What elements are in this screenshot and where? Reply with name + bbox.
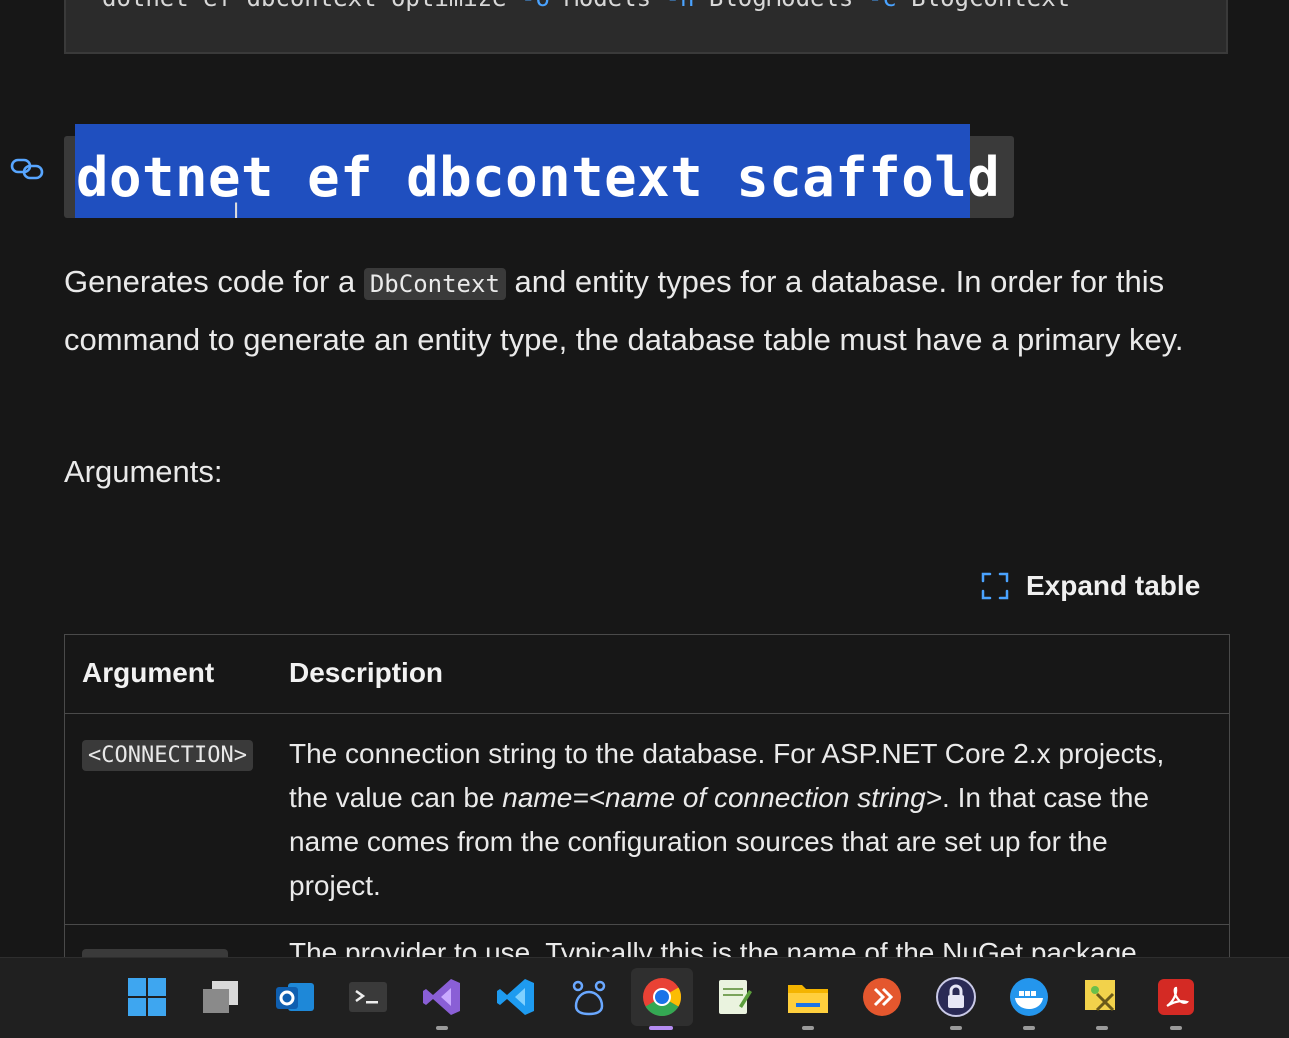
description-italic: name=<name of connection string> [502,782,943,813]
code-flag: -c [868,0,897,12]
running-indicator [1096,1026,1108,1030]
expand-table-button[interactable]: Expand table [980,566,1200,606]
code-text: Models [550,0,666,12]
taskbar-start[interactable] [117,968,177,1026]
terminal-icon [349,982,387,1012]
chrome-icon [643,978,682,1017]
text-cursor-icon: I [233,198,240,223]
taskbar-outlook[interactable] [265,968,325,1026]
arguments-table: Argument Description <CONNECTION> The co… [64,634,1230,994]
active-indicator [649,1026,673,1030]
table-row: <CONNECTION> The connection string to th… [65,714,1229,925]
description-paragraph: Generates code for a DbContext and entit… [64,254,1214,368]
taskbar-remote-desktop[interactable] [852,968,912,1026]
keepass-icon [936,977,976,1017]
inline-code-dbcontext: DbContext [363,268,506,300]
remote-desktop-icon [863,978,901,1016]
table-header: Argument Description [65,635,1229,714]
app-paw-icon [572,980,606,1016]
taskbar-snipping-tool[interactable] [1072,968,1132,1030]
taskbar-vscode[interactable] [486,968,546,1026]
taskbar-terminal[interactable] [338,968,398,1026]
visual-studio-icon [423,979,460,1015]
taskbar [0,957,1289,1038]
acrobat-icon [1158,979,1194,1015]
snipping-tool-icon [1085,980,1115,1012]
paragraph-text: Generates code for a [64,264,364,299]
taskbar-keepass[interactable] [926,968,986,1030]
header-description: Description [289,657,444,688]
outlook-icon [276,983,314,1011]
code-flag: -o [521,0,550,12]
task-view-icon [203,981,238,1013]
expand-table-label: Expand table [1026,570,1201,601]
argument-code: <CONNECTION> [82,740,253,771]
notepad-icon [719,980,752,1014]
running-indicator [950,1026,962,1030]
arguments-heading: Arguments: [64,454,223,489]
file-explorer-icon [788,985,828,1013]
taskbar-acrobat[interactable] [1146,968,1206,1030]
taskbar-file-explorer[interactable] [778,968,838,1030]
windows-start-icon [128,978,166,1016]
taskbar-docker[interactable] [999,968,1059,1030]
taskbar-task-view[interactable] [191,968,251,1026]
taskbar-notepad[interactable] [704,968,764,1026]
running-indicator [436,1026,448,1030]
running-indicator [1170,1026,1182,1030]
code-text: BlogContext [897,0,1070,12]
running-indicator [802,1026,814,1030]
vscode-icon [497,979,534,1015]
taskbar-visual-studio[interactable] [412,968,472,1030]
code-text: BlogModels [694,0,867,12]
expand-icon [981,572,1009,600]
taskbar-chrome[interactable] [631,968,693,1030]
running-indicator [1023,1026,1035,1030]
taskbar-paw-app[interactable] [559,968,619,1026]
argument-description: The connection string to the database. F… [289,732,1199,908]
code-line: dotnet ef dbcontext optimize -o Models -… [102,0,1070,12]
code-flag: -n [666,0,695,12]
code-text: dotnet ef dbcontext optimize [102,0,521,12]
page-heading[interactable]: dotnet ef dbcontext scaffold [76,146,1000,209]
code-block-optimize: dotnet ef dbcontext optimize -o Models -… [64,0,1228,54]
docker-icon [1010,978,1048,1016]
link-icon[interactable] [8,152,46,186]
header-argument: Argument [82,657,215,688]
